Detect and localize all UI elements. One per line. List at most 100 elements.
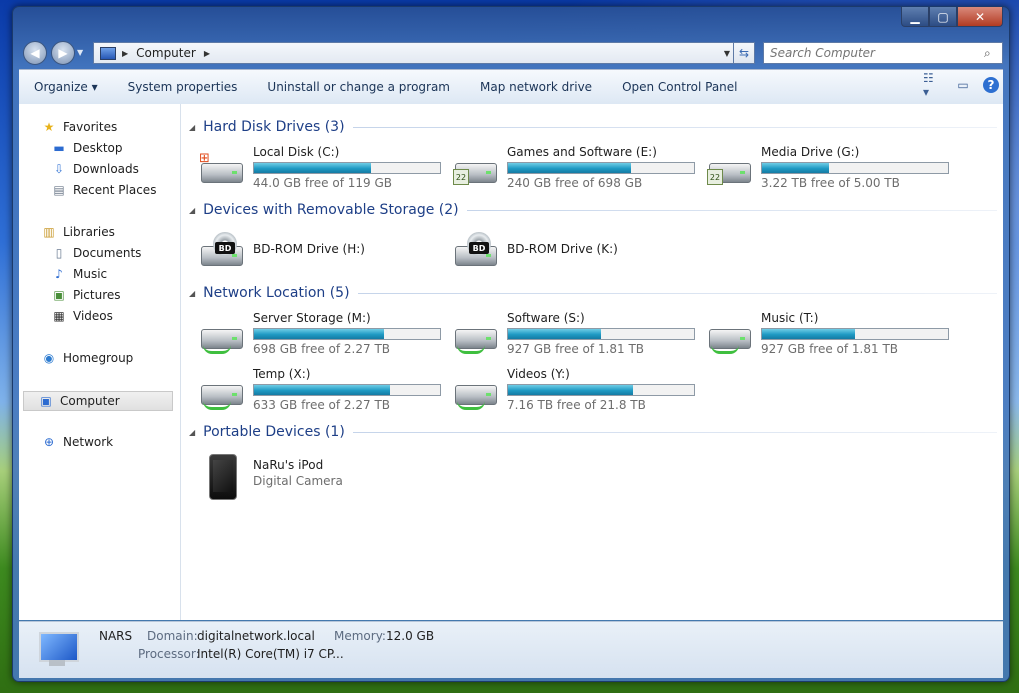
nav-favorites[interactable]: ★ Favorites [41, 120, 118, 134]
nav-network[interactable]: ⊕ Network [41, 435, 113, 449]
drive-s-usage-bar [507, 328, 695, 340]
processor-value: Intel(R) Core(TM) i7 CP... [197, 647, 344, 661]
command-bar: Organize ▾ System properties Uninstall o… [19, 69, 1003, 105]
drive-s[interactable]: Software (S:) 927 GB free of 1.81 TB [453, 311, 703, 357]
nav-libraries[interactable]: ▥ Libraries [41, 225, 115, 239]
group-title-removable: Devices with Removable Storage (2) [203, 202, 459, 218]
nav-recent-places[interactable]: ▤ Recent Places [51, 183, 156, 197]
music-icon: ♪ [55, 267, 63, 281]
videos-icon: ▦ [53, 309, 65, 323]
drive-h-name: BD-ROM Drive (H:) [253, 242, 365, 256]
group-header-removable[interactable]: ◢ Devices with Removable Storage (2) [189, 202, 997, 218]
collapse-triangle-icon[interactable]: ◢ [189, 428, 195, 437]
drive-g-name: Media Drive (G:) [761, 145, 860, 159]
computer-icon: ▣ [40, 394, 52, 408]
nav-pictures[interactable]: ▣ Pictures [51, 288, 121, 302]
group-header-hard-disk[interactable]: ◢ Hard Disk Drives (3) [189, 119, 997, 135]
forward-button[interactable]: ▶ [51, 41, 75, 65]
computer-name: NARS [99, 629, 133, 643]
minimize-button[interactable]: ▁ [901, 7, 929, 27]
address-dropdown-icon[interactable]: ▼ [724, 49, 730, 58]
bd-badge: BD [215, 242, 235, 254]
help-icon[interactable]: ? [983, 77, 999, 93]
drive-y-name: Videos (Y:) [507, 367, 570, 381]
system-properties-button[interactable]: System properties [113, 80, 253, 94]
drive-e[interactable]: 22 Games and Software (E:) 240 GB free o… [453, 145, 703, 191]
organize-button[interactable]: Organize ▾ [19, 80, 113, 94]
drive-h[interactable]: BD BD-ROM Drive (H:) [199, 228, 449, 274]
drive-x-free-space: 633 GB free of 2.27 TB [253, 398, 391, 412]
portable-device-ipod[interactable]: NaRu's iPod Digital Camera [199, 454, 449, 500]
processor-label: Processor: [138, 647, 200, 661]
open-control-panel-button[interactable]: Open Control Panel [607, 80, 752, 94]
nav-favorites-label: Favorites [63, 120, 118, 134]
drive-k[interactable]: BD BD-ROM Drive (K:) [453, 228, 703, 274]
group-title-network: Network Location (5) [203, 285, 350, 301]
network-icon: ⊕ [43, 435, 55, 449]
group-header-network[interactable]: ◢ Network Location (5) [189, 285, 997, 301]
collapse-triangle-icon[interactable]: ◢ [189, 206, 195, 215]
nav-documents[interactable]: ▯ Documents [51, 246, 142, 260]
desktop-icon: ▬ [53, 141, 65, 155]
details-pane: NARS Domain: digitalnetwork.local Memory… [19, 621, 1003, 678]
drive-c-usage-bar [253, 162, 441, 174]
maximize-button[interactable]: ▢ [929, 7, 957, 27]
ipod-icon [199, 454, 245, 500]
map-network-drive-button[interactable]: Map network drive [465, 80, 607, 94]
drive-x-usage-bar [253, 384, 441, 396]
downloads-icon: ⇩ [53, 162, 65, 176]
nav-recent-places-label: Recent Places [73, 183, 157, 197]
drive-t-usage-fill [762, 329, 855, 339]
drive-t-name: Music (T:) [761, 311, 819, 325]
nav-videos[interactable]: ▦ Videos [51, 309, 113, 323]
address-bar[interactable]: ▶ Computer ▶ ▼ [93, 42, 737, 64]
drive-badge-22: 22 [453, 169, 469, 185]
breadcrumb-computer[interactable]: Computer [136, 46, 196, 60]
group-divider [352, 431, 997, 433]
search-icon[interactable]: ⌕ [984, 46, 1002, 61]
search-box[interactable]: ⌕ [763, 42, 1003, 64]
close-button[interactable]: ✕ [957, 7, 1003, 27]
drive-g[interactable]: 22 Media Drive (G:) 3.22 TB free of 5.00… [707, 145, 957, 191]
refresh-button[interactable]: ⇆ [733, 42, 755, 64]
drive-m-free-space: 698 GB free of 2.27 TB [253, 342, 391, 356]
nav-desktop[interactable]: ▬ Desktop [51, 141, 122, 155]
group-header-portable[interactable]: ◢ Portable Devices (1) [189, 424, 997, 440]
uninstall-program-button[interactable]: Uninstall or change a program [252, 80, 465, 94]
change-view-icon[interactable]: ☷ ▾ [923, 71, 943, 99]
content-pane: ◢ Hard Disk Drives (3) ⊞ Local Disk (C:)… [181, 104, 1003, 620]
drive-e-name: Games and Software (E:) [507, 145, 657, 159]
drive-c[interactable]: ⊞ Local Disk (C:) 44.0 GB free of 119 GB [199, 145, 449, 191]
search-input[interactable] [764, 45, 984, 61]
preview-pane-icon[interactable]: ▭ [953, 76, 973, 94]
nav-computer-label: Computer [60, 394, 120, 408]
drive-y[interactable]: Videos (Y:) 7.16 TB free of 21.8 TB [453, 367, 703, 413]
nav-downloads[interactable]: ⇩ Downloads [51, 162, 139, 176]
nav-pictures-label: Pictures [73, 288, 121, 302]
drive-g-free-space: 3.22 TB free of 5.00 TB [761, 176, 900, 190]
drive-m-name: Server Storage (M:) [253, 311, 371, 325]
drive-x[interactable]: Temp (X:) 633 GB free of 2.27 TB [199, 367, 449, 413]
domain-label: Domain: [147, 629, 198, 643]
collapse-triangle-icon[interactable]: ◢ [189, 123, 195, 132]
drive-s-usage-fill [508, 329, 601, 339]
recent-pages-chevron-icon[interactable]: ▼ [77, 48, 83, 57]
drive-t[interactable]: Music (T:) 927 GB free of 1.81 TB [707, 311, 957, 357]
hard-drive-icon: 22 [707, 149, 753, 187]
drive-m[interactable]: Server Storage (M:) 698 GB free of 2.27 … [199, 311, 449, 357]
breadcrumb-chevron-icon[interactable]: ▶ [204, 49, 210, 58]
back-button[interactable]: ◀ [23, 41, 47, 65]
nav-music[interactable]: ♪ Music [51, 267, 107, 281]
nav-homegroup[interactable]: ◉ Homegroup [41, 351, 134, 365]
breadcrumb-separator-icon[interactable]: ▶ [122, 49, 128, 58]
navigation-pane: ★ Favorites ▬ Desktop ⇩ Downloads ▤ Recent P… [19, 104, 181, 620]
documents-icon: ▯ [55, 246, 63, 260]
nav-libraries-label: Libraries [63, 225, 115, 239]
hard-drive-icon: 22 [453, 149, 499, 187]
group-divider [352, 126, 997, 128]
bd-rom-drive-icon: BD [453, 232, 499, 270]
nav-computer[interactable]: ▣ Computer [23, 391, 173, 411]
forward-arrow-icon: ▶ [58, 46, 68, 60]
collapse-triangle-icon[interactable]: ◢ [189, 289, 195, 298]
drive-y-free-space: 7.16 TB free of 21.8 TB [507, 398, 646, 412]
